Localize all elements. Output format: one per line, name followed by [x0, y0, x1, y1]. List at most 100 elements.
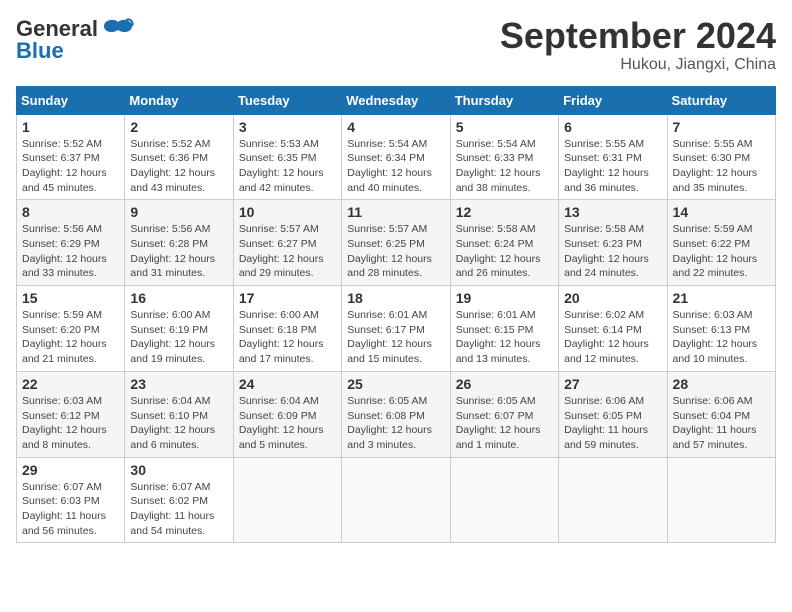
header-saturday: Saturday: [667, 86, 775, 114]
day-number: 26: [456, 376, 553, 392]
day-number: 10: [239, 204, 336, 220]
daylight-hours: Daylight: 12 hours and 33 minutes.: [22, 253, 107, 280]
day-number: 22: [22, 376, 119, 392]
header-monday: Monday: [125, 86, 233, 114]
calendar-week-2: 8 Sunrise: 5:56 AM Sunset: 6:29 PM Dayli…: [17, 200, 776, 286]
daylight-hours: Daylight: 12 hours and 17 minutes.: [239, 338, 324, 365]
day-number: 23: [130, 376, 227, 392]
day-info: Sunrise: 5:57 AM Sunset: 6:27 PM Dayligh…: [239, 222, 336, 281]
daylight-hours: Daylight: 12 hours and 36 minutes.: [564, 167, 649, 194]
day-info: Sunrise: 6:07 AM Sunset: 6:03 PM Dayligh…: [22, 480, 119, 539]
day-number: 21: [673, 290, 770, 306]
day-info: Sunrise: 6:04 AM Sunset: 6:09 PM Dayligh…: [239, 394, 336, 453]
calendar-week-3: 15 Sunrise: 5:59 AM Sunset: 6:20 PM Dayl…: [17, 286, 776, 372]
day-number: 30: [130, 462, 227, 478]
sunrise-time: Sunrise: 6:05 AM: [456, 395, 536, 407]
sunset-time: Sunset: 6:34 PM: [347, 152, 425, 164]
calendar-empty-cell: [450, 457, 558, 543]
calendar-day-17: 17 Sunrise: 6:00 AM Sunset: 6:18 PM Dayl…: [233, 286, 341, 372]
daylight-hours: Daylight: 12 hours and 45 minutes.: [22, 167, 107, 194]
sunset-time: Sunset: 6:37 PM: [22, 152, 100, 164]
sunset-time: Sunset: 6:19 PM: [130, 324, 208, 336]
day-info: Sunrise: 5:52 AM Sunset: 6:36 PM Dayligh…: [130, 137, 227, 196]
sunrise-time: Sunrise: 6:06 AM: [564, 395, 644, 407]
day-number: 7: [673, 119, 770, 135]
calendar-title-section: September 2024 Hukou, Jiangxi, China: [500, 16, 776, 74]
daylight-hours: Daylight: 12 hours and 31 minutes.: [130, 253, 215, 280]
header-tuesday: Tuesday: [233, 86, 341, 114]
day-number: 16: [130, 290, 227, 306]
sunset-time: Sunset: 6:22 PM: [673, 238, 751, 250]
sunset-time: Sunset: 6:23 PM: [564, 238, 642, 250]
calendar-day-26: 26 Sunrise: 6:05 AM Sunset: 6:07 PM Dayl…: [450, 371, 558, 457]
daylight-hours: Daylight: 12 hours and 10 minutes.: [673, 338, 758, 365]
day-info: Sunrise: 6:00 AM Sunset: 6:19 PM Dayligh…: [130, 308, 227, 367]
sunset-time: Sunset: 6:29 PM: [22, 238, 100, 250]
sunrise-time: Sunrise: 6:02 AM: [564, 309, 644, 321]
calendar-day-30: 30 Sunrise: 6:07 AM Sunset: 6:02 PM Dayl…: [125, 457, 233, 543]
calendar-day-8: 8 Sunrise: 5:56 AM Sunset: 6:29 PM Dayli…: [17, 200, 125, 286]
sunset-time: Sunset: 6:17 PM: [347, 324, 425, 336]
day-number: 9: [130, 204, 227, 220]
day-info: Sunrise: 6:00 AM Sunset: 6:18 PM Dayligh…: [239, 308, 336, 367]
sunset-time: Sunset: 6:02 PM: [130, 495, 208, 507]
daylight-hours: Daylight: 12 hours and 40 minutes.: [347, 167, 432, 194]
sunrise-time: Sunrise: 6:05 AM: [347, 395, 427, 407]
calendar-day-16: 16 Sunrise: 6:00 AM Sunset: 6:19 PM Dayl…: [125, 286, 233, 372]
sunset-time: Sunset: 6:24 PM: [456, 238, 534, 250]
sunrise-time: Sunrise: 6:00 AM: [130, 309, 210, 321]
daylight-hours: Daylight: 12 hours and 3 minutes.: [347, 424, 432, 451]
day-info: Sunrise: 5:56 AM Sunset: 6:29 PM Dayligh…: [22, 222, 119, 281]
day-info: Sunrise: 6:05 AM Sunset: 6:08 PM Dayligh…: [347, 394, 444, 453]
calendar-day-22: 22 Sunrise: 6:03 AM Sunset: 6:12 PM Dayl…: [17, 371, 125, 457]
day-number: 2: [130, 119, 227, 135]
day-number: 25: [347, 376, 444, 392]
day-info: Sunrise: 5:54 AM Sunset: 6:34 PM Dayligh…: [347, 137, 444, 196]
location: Hukou, Jiangxi, China: [500, 56, 776, 74]
calendar-day-11: 11 Sunrise: 5:57 AM Sunset: 6:25 PM Dayl…: [342, 200, 450, 286]
day-info: Sunrise: 6:02 AM Sunset: 6:14 PM Dayligh…: [564, 308, 661, 367]
day-number: 6: [564, 119, 661, 135]
calendar-week-1: 1 Sunrise: 5:52 AM Sunset: 6:37 PM Dayli…: [17, 114, 776, 200]
daylight-hours: Daylight: 12 hours and 21 minutes.: [22, 338, 107, 365]
sunrise-time: Sunrise: 6:04 AM: [239, 395, 319, 407]
daylight-hours: Daylight: 12 hours and 15 minutes.: [347, 338, 432, 365]
day-number: 20: [564, 290, 661, 306]
day-number: 28: [673, 376, 770, 392]
calendar-empty-cell: [233, 457, 341, 543]
sunrise-time: Sunrise: 6:03 AM: [22, 395, 102, 407]
day-number: 4: [347, 119, 444, 135]
sunset-time: Sunset: 6:18 PM: [239, 324, 317, 336]
calendar-day-14: 14 Sunrise: 5:59 AM Sunset: 6:22 PM Dayl…: [667, 200, 775, 286]
calendar-day-21: 21 Sunrise: 6:03 AM Sunset: 6:13 PM Dayl…: [667, 286, 775, 372]
day-number: 15: [22, 290, 119, 306]
day-number: 24: [239, 376, 336, 392]
day-info: Sunrise: 5:52 AM Sunset: 6:37 PM Dayligh…: [22, 137, 119, 196]
sunrise-time: Sunrise: 5:55 AM: [564, 138, 644, 150]
sunrise-time: Sunrise: 6:00 AM: [239, 309, 319, 321]
daylight-hours: Daylight: 12 hours and 43 minutes.: [130, 167, 215, 194]
daylight-hours: Daylight: 12 hours and 38 minutes.: [456, 167, 541, 194]
calendar-day-27: 27 Sunrise: 6:06 AM Sunset: 6:05 PM Dayl…: [559, 371, 667, 457]
day-info: Sunrise: 5:53 AM Sunset: 6:35 PM Dayligh…: [239, 137, 336, 196]
daylight-hours: Daylight: 12 hours and 42 minutes.: [239, 167, 324, 194]
day-number: 3: [239, 119, 336, 135]
daylight-hours: Daylight: 12 hours and 13 minutes.: [456, 338, 541, 365]
sunset-time: Sunset: 6:28 PM: [130, 238, 208, 250]
day-info: Sunrise: 5:55 AM Sunset: 6:31 PM Dayligh…: [564, 137, 661, 196]
month-title: September 2024: [500, 16, 776, 56]
sunset-time: Sunset: 6:13 PM: [673, 324, 751, 336]
sunset-time: Sunset: 6:15 PM: [456, 324, 534, 336]
daylight-hours: Daylight: 12 hours and 1 minute.: [456, 424, 541, 451]
sunset-time: Sunset: 6:10 PM: [130, 410, 208, 422]
calendar-week-4: 22 Sunrise: 6:03 AM Sunset: 6:12 PM Dayl…: [17, 371, 776, 457]
header-thursday: Thursday: [450, 86, 558, 114]
calendar-day-5: 5 Sunrise: 5:54 AM Sunset: 6:33 PM Dayli…: [450, 114, 558, 200]
calendar-day-13: 13 Sunrise: 5:58 AM Sunset: 6:23 PM Dayl…: [559, 200, 667, 286]
calendar-table: SundayMondayTuesdayWednesdayThursdayFrid…: [16, 86, 776, 544]
day-number: 17: [239, 290, 336, 306]
calendar-day-7: 7 Sunrise: 5:55 AM Sunset: 6:30 PM Dayli…: [667, 114, 775, 200]
day-info: Sunrise: 6:06 AM Sunset: 6:04 PM Dayligh…: [673, 394, 770, 453]
calendar-day-9: 9 Sunrise: 5:56 AM Sunset: 6:28 PM Dayli…: [125, 200, 233, 286]
day-number: 1: [22, 119, 119, 135]
